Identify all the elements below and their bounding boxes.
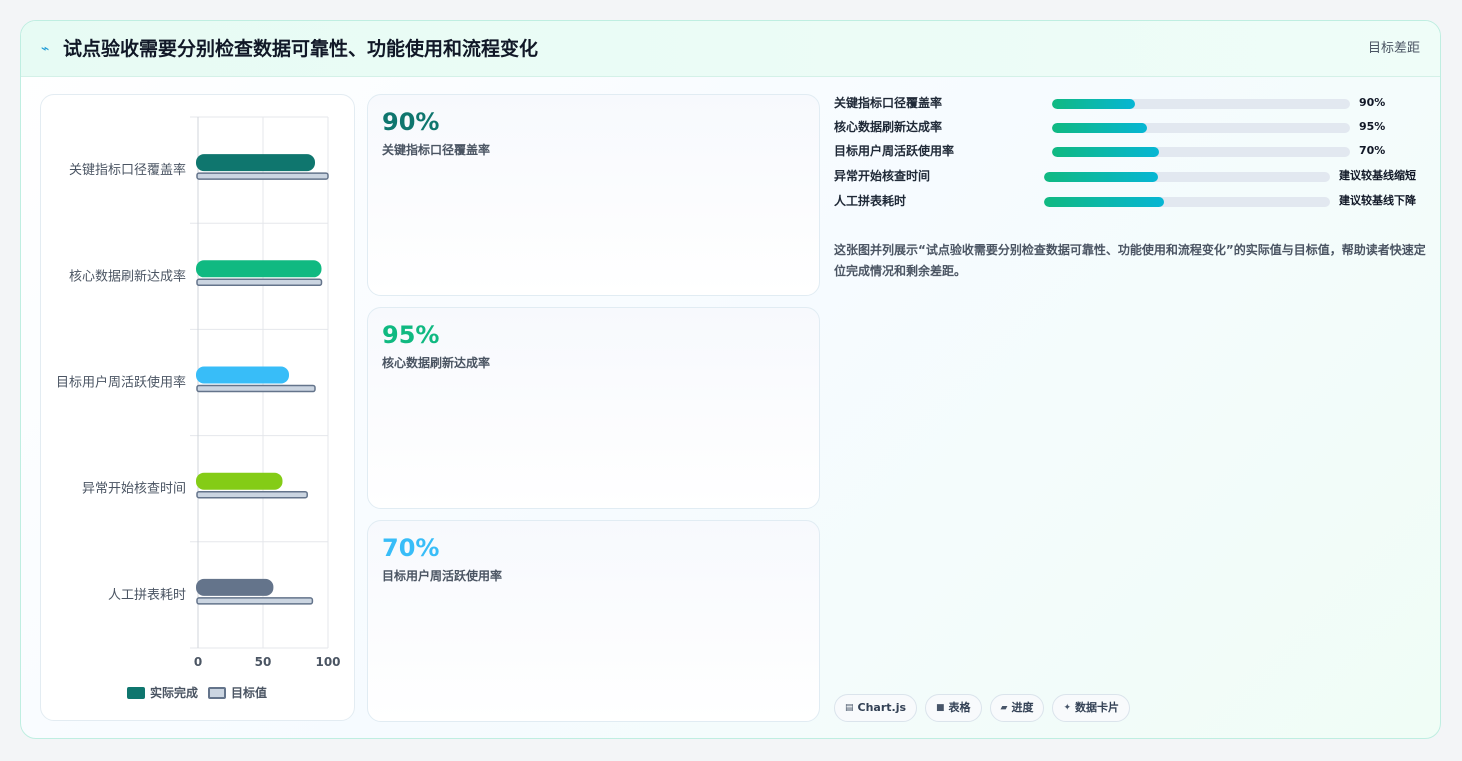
legend-item-target[interactable]: 目标值	[208, 684, 267, 701]
bar-actual	[196, 366, 289, 384]
chart-legend: 实际完成 目标值	[127, 684, 267, 701]
chip-data-card[interactable]: ✦ 数据卡片	[1052, 694, 1131, 722]
progress-row-weekly-active: 目标用户周活跃使用率 70%	[834, 142, 1427, 162]
progress-track	[1052, 123, 1350, 133]
bar-chart-panel: 关键指标口径覆盖率 核心数据刷新达成率目标用户周活跃使用率异常开始核查时间人工拼表…	[40, 94, 355, 721]
chip-label: 进度	[1011, 701, 1034, 714]
progress-fill	[1052, 147, 1160, 157]
kpi-label: 目标用户周活跃使用率	[382, 569, 503, 583]
y-tick-label: 人工拼表耗时	[108, 588, 186, 603]
progress-track	[1052, 147, 1350, 157]
legend-label-target: 目标值	[231, 686, 268, 700]
x-tick-label: 50	[255, 655, 272, 669]
dashboard-card: ⌁ 试点验收需要分别检查数据可靠性、功能使用和流程变化 目标差距 关键指标口径覆…	[20, 20, 1441, 739]
bar-target	[196, 172, 329, 180]
kpi-card-coverage: 90% 关键指标口径覆盖率	[367, 94, 820, 296]
progress-panel: 关键指标口径覆盖率 90% 核心数据刷新达成率 95% 目标用户周活跃使用率 7…	[834, 94, 1427, 724]
x-tick-label: 0	[194, 655, 202, 669]
chart-description: 这张图并列展示“试点验收需要分别检查数据可靠性、功能使用和流程变化”的实际值与目…	[834, 243, 1426, 278]
bar-target	[196, 597, 314, 605]
legend-swatch-target	[208, 686, 227, 699]
progress-value: 90%	[1359, 96, 1386, 109]
legend-item-actual[interactable]: 实际完成	[127, 684, 198, 701]
progress-icon: ▰	[1000, 703, 1008, 713]
progress-label: 关键指标口径覆盖率	[834, 96, 943, 110]
card-header: ⌁ 试点验收需要分别检查数据可靠性、功能使用和流程变化 目标差距	[21, 21, 1440, 77]
y-tick-label: 关键指标口径覆盖率	[69, 162, 186, 178]
sparkle-icon: ✦	[1063, 703, 1072, 713]
kpi-card-weekly-active: 70% 目标用户周活跃使用率	[367, 520, 820, 722]
progress-value: 70%	[1359, 144, 1386, 157]
spark-icon: ⌁	[41, 41, 50, 57]
progress-row-manual-merge: 人工拼表耗时 建议较基线下降	[834, 192, 1427, 212]
bar-chart: 关键指标口径覆盖率核心数据刷新达成率目标用户周活跃使用率异常开始核查时间人工拼表…	[56, 116, 341, 669]
progress-track	[1044, 172, 1330, 182]
bar-target	[196, 278, 323, 287]
legend-label-actual: 实际完成	[150, 686, 199, 700]
page-title: 试点验收需要分别检查数据可靠性、功能使用和流程变化	[63, 38, 539, 60]
progress-value: 建议较基线缩短	[1339, 169, 1416, 182]
bar-actual	[196, 578, 274, 596]
legend-swatch-actual	[127, 686, 145, 699]
chip-chartjs[interactable]: ▤ Chart.js	[834, 694, 918, 722]
chip-label: 表格	[948, 701, 971, 714]
kpi-value: 95%	[382, 321, 440, 349]
progress-track	[1044, 197, 1330, 207]
progress-label: 核心数据刷新达成率	[834, 120, 943, 134]
progress-row-anomaly-check: 异常开始核查时间 建议较基线缩短	[834, 167, 1427, 187]
progress-row-coverage: 关键指标口径覆盖率 90%	[834, 94, 1427, 114]
x-tick-label: 100	[315, 655, 340, 669]
progress-label: 目标用户周活跃使用率	[834, 144, 955, 158]
kpi-label: 关键指标口径覆盖率	[382, 143, 491, 157]
progress-row-refresh: 核心数据刷新达成率 95%	[834, 118, 1427, 138]
progress-value: 建议较基线下降	[1339, 194, 1416, 207]
kpi-value: 70%	[382, 534, 440, 562]
progress-value: 95%	[1359, 120, 1386, 133]
kpi-label: 核心数据刷新达成率	[382, 356, 491, 370]
bar-actual	[196, 260, 322, 278]
progress-label: 异常开始核查时间	[834, 169, 931, 183]
bar-actual	[196, 154, 315, 172]
bar-target	[196, 384, 316, 393]
chip-label: Chart.js	[857, 701, 907, 714]
y-tick-label: 异常开始核查时间	[82, 482, 186, 497]
y-tick-label: 核心数据刷新达成率	[69, 268, 186, 284]
target-gap-link[interactable]: 目标差距	[1368, 39, 1420, 59]
table-icon: ■	[936, 703, 945, 713]
progress-fill	[1044, 197, 1165, 207]
progress-label: 人工拼表耗时	[834, 194, 907, 208]
progress-fill	[1052, 99, 1136, 109]
chart-icon: ▤	[845, 703, 854, 713]
tech-chips: ▤ Chart.js ■ 表格 ▰ 进度 ✦ 数据卡片	[834, 694, 1131, 722]
progress-track	[1052, 99, 1350, 109]
chip-table[interactable]: ■ 表格	[925, 694, 982, 722]
y-tick-label: 目标用户周活跃使用率	[56, 375, 186, 391]
kpi-value: 90%	[382, 108, 440, 136]
kpi-card-refresh: 95% 核心数据刷新达成率	[367, 307, 820, 509]
progress-fill	[1052, 123, 1148, 133]
bar-target	[196, 490, 308, 499]
chip-progress[interactable]: ▰ 进度	[989, 694, 1045, 722]
progress-fill	[1044, 172, 1159, 182]
bar-actual	[196, 472, 283, 490]
chip-label: 数据卡片	[1075, 701, 1120, 714]
